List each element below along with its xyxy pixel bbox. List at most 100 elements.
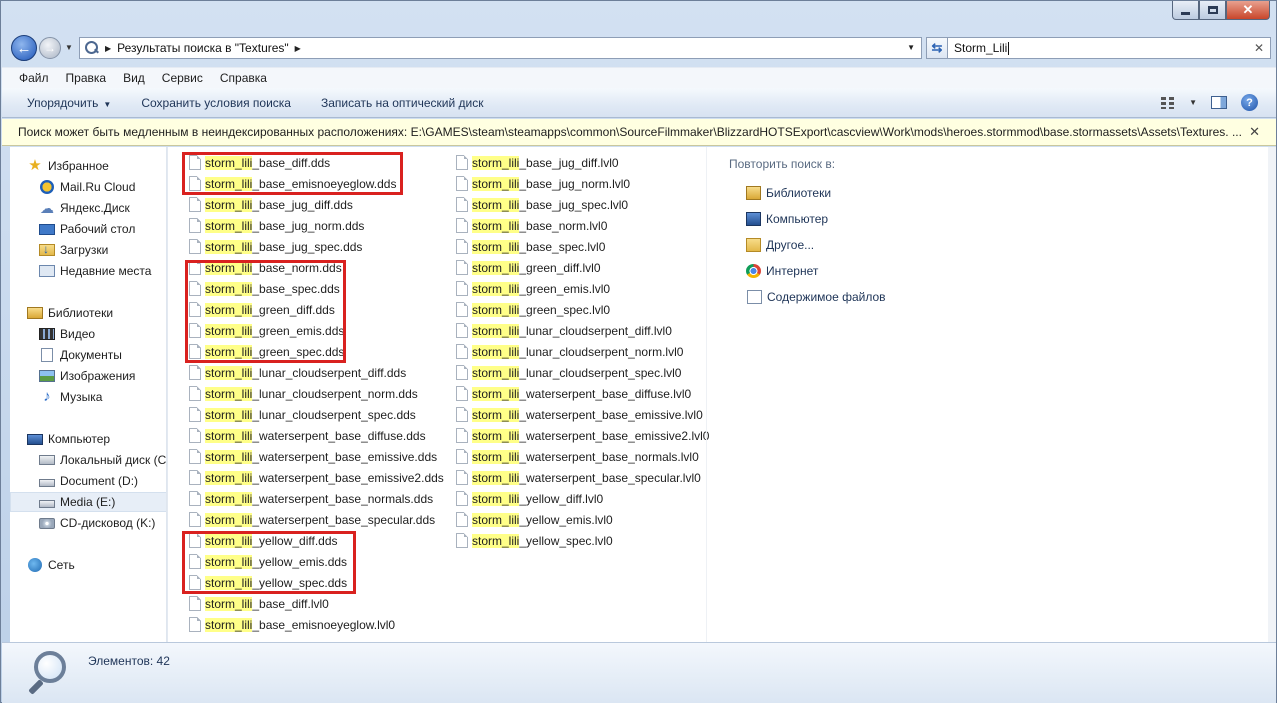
file-item[interactable]: storm_lili _base_jug_spec.lvl0	[456, 194, 628, 215]
preview-pane-icon[interactable]	[1211, 96, 1227, 109]
file-item[interactable]: storm_lili _yellow_diff.lvl0	[456, 488, 603, 509]
search-again-other[interactable]: Другое...	[729, 232, 886, 258]
search-input[interactable]: Storm_Lili ✕	[947, 37, 1271, 59]
annotation-box	[182, 531, 356, 594]
nav-mailru-cloud[interactable]: Mail.Ru Cloud	[39, 177, 166, 197]
file-item[interactable]: storm_lili _waterserpent_base_specular.dd…	[189, 509, 435, 530]
file-item[interactable]: storm_lili _base_jug_diff.lvl0	[456, 152, 619, 173]
nav-drive-e[interactable]: Media (E:)	[10, 492, 166, 512]
file-item[interactable]: storm_lili _base_jug_spec.dds	[189, 236, 362, 257]
file-item[interactable]: storm_lili _yellow_spec.lvl0	[456, 530, 613, 551]
file-item[interactable]: storm_lili _waterserpent_base_emissive2.l…	[456, 425, 709, 446]
clear-search-icon[interactable]: ✕	[1254, 41, 1264, 55]
file-icon	[189, 407, 201, 422]
nav-label: Музыка	[60, 390, 103, 404]
search-again-internet[interactable]: Интернет	[729, 258, 886, 284]
file-item[interactable]: storm_lili _green_emis.lvl0	[456, 278, 610, 299]
close-button[interactable]: ✕	[1226, 1, 1270, 20]
search-again-libraries[interactable]: Библиотеки	[729, 180, 886, 206]
menu-view[interactable]: Вид	[123, 71, 145, 85]
nav-music[interactable]: ♪ Музыка	[39, 387, 166, 407]
back-button[interactable]: ←	[11, 35, 37, 61]
file-list: storm_lili _base_diff.dds storm_lili _base_…	[176, 147, 1268, 642]
nav-drive-d[interactable]: Document (D:)	[39, 471, 166, 491]
menu-edit[interactable]: Правка	[66, 71, 107, 85]
vertical-scrollbar[interactable]	[1268, 147, 1276, 642]
nav-recent-places[interactable]: Недавние места	[39, 261, 166, 281]
nav-yandex-disk[interactable]: ☁ Яндекс.Диск	[39, 198, 166, 218]
nav-cd-k[interactable]: CD-дисковод (K:)	[39, 513, 166, 533]
save-search-button[interactable]: Сохранить условия поиска	[141, 96, 291, 110]
file-item[interactable]: storm_lili _lunar_cloudserpent_norm.dds	[189, 383, 418, 404]
match-highlight: storm_lili	[205, 449, 253, 464]
file-item[interactable]: storm_lili _base_norm.lvl0	[456, 215, 607, 236]
file-icon	[456, 491, 468, 506]
file-item[interactable]: storm_lili _waterserpent_base_normals.lvl…	[456, 446, 699, 467]
file-item[interactable]: storm_lili _base_jug_diff.dds	[189, 194, 353, 215]
nav-local-disk-c[interactable]: Локальный диск (C	[39, 450, 166, 470]
file-item[interactable]: storm_lili _waterserpent_base_specular.lv…	[456, 467, 701, 488]
match-highlight: storm_lili	[472, 176, 520, 191]
organize-button[interactable]: Упорядочить ▼	[27, 96, 111, 110]
infobar-close-icon[interactable]: ✕	[1249, 124, 1260, 140]
file-item[interactable]: storm_lili _waterserpent_base_emissive.dd…	[189, 446, 437, 467]
file-name: _lunar_cloudserpent_diff.dds	[252, 365, 407, 380]
nav-video[interactable]: Видео	[39, 324, 166, 344]
breadcrumb[interactable]: Результаты поиска в "Textures"	[117, 41, 289, 55]
file-item[interactable]: storm_lili _waterserpent_base_normals.dds	[189, 488, 433, 509]
file-item[interactable]: storm_lili _base_diff.lvl0	[189, 593, 329, 614]
file-item[interactable]: storm_lili _lunar_cloudserpent_norm.lvl0	[456, 341, 683, 362]
pane-splitter[interactable]	[167, 147, 176, 642]
file-item[interactable]: storm_lili _yellow_emis.lvl0	[456, 509, 613, 530]
file-icon	[189, 449, 201, 464]
file-item[interactable]: storm_lili _lunar_cloudserpent_diff.dds	[189, 362, 406, 383]
view-dropdown-icon[interactable]: ▼	[1189, 98, 1197, 107]
address-bar[interactable]: ▶ Результаты поиска в "Textures" ▶ ▼	[79, 37, 922, 59]
file-item[interactable]: storm_lili _waterserpent_base_diffuse.lvl…	[456, 383, 691, 404]
burn-disc-button[interactable]: Записать на оптический диск	[321, 96, 484, 110]
file-item[interactable]: storm_lili _lunar_cloudserpent_spec.lvl0	[456, 362, 681, 383]
file-item[interactable]: storm_lili _base_emisnoeyeglow.lvl0	[189, 614, 395, 635]
menu-help[interactable]: Справка	[220, 71, 267, 85]
file-item[interactable]: storm_lili _base_jug_norm.dds	[189, 215, 364, 236]
nav-desktop[interactable]: Рабочий стол	[39, 219, 166, 239]
breadcrumb-arrow-icon[interactable]: ▶	[105, 44, 111, 53]
address-dropdown-icon[interactable]: ▼	[907, 43, 915, 52]
file-item[interactable]: storm_lili _waterserpent_base_emissive2.d…	[189, 467, 444, 488]
view-mode-icon[interactable]	[1161, 96, 1176, 109]
star-icon: ★	[28, 157, 42, 174]
file-item[interactable]: storm_lili _green_spec.lvl0	[456, 299, 610, 320]
refresh-button[interactable]: ⇆	[926, 37, 948, 59]
file-item[interactable]: storm_lili _base_spec.lvl0	[456, 236, 605, 257]
nav-network[interactable]: Сеть	[27, 555, 166, 575]
recent-pages-dropdown[interactable]: ▼	[65, 43, 73, 52]
file-icon	[456, 428, 468, 443]
nav-libraries[interactable]: Библиотеки	[27, 303, 166, 323]
search-magnifier-icon	[28, 651, 74, 697]
file-item[interactable]: storm_lili _lunar_cloudserpent_spec.dds	[189, 404, 416, 425]
search-again-file-contents[interactable]: Содержимое файлов	[729, 284, 886, 310]
file-name: _green_spec.lvl0	[519, 302, 611, 317]
file-item[interactable]: storm_lili _green_diff.lvl0	[456, 257, 601, 278]
nav-images[interactable]: Изображения	[39, 366, 166, 386]
nav-label: Загрузки	[60, 243, 109, 257]
close-icon: ✕	[1242, 2, 1254, 17]
maximize-button[interactable]	[1199, 1, 1226, 20]
nav-favorites[interactable]: ★ Избранное	[27, 156, 166, 176]
minimize-button[interactable]	[1172, 1, 1199, 20]
help-icon[interactable]: ?	[1241, 94, 1258, 111]
file-item[interactable]: storm_lili _lunar_cloudserpent_diff.lvl0	[456, 320, 672, 341]
breadcrumb-arrow-icon[interactable]: ▶	[295, 44, 301, 53]
menu-tools[interactable]: Сервис	[162, 71, 203, 85]
nav-documents[interactable]: Документы	[39, 345, 166, 365]
nav-computer[interactable]: Компьютер	[27, 429, 166, 449]
file-item[interactable]: storm_lili _waterserpent_base_diffuse.dds	[189, 425, 426, 446]
slow-search-infobar[interactable]: Поиск может быть медленным в неиндексиро…	[2, 119, 1276, 146]
menu-file[interactable]: Файл	[19, 71, 49, 85]
forward-button[interactable]: →	[39, 37, 61, 59]
file-item[interactable]: storm_lili _base_jug_norm.lvl0	[456, 173, 630, 194]
search-again-computer[interactable]: Компьютер	[729, 206, 886, 232]
nav-downloads[interactable]: Загрузки	[39, 240, 166, 260]
file-item[interactable]: storm_lili _waterserpent_base_emissive.lv…	[456, 404, 703, 425]
video-icon	[39, 328, 55, 340]
